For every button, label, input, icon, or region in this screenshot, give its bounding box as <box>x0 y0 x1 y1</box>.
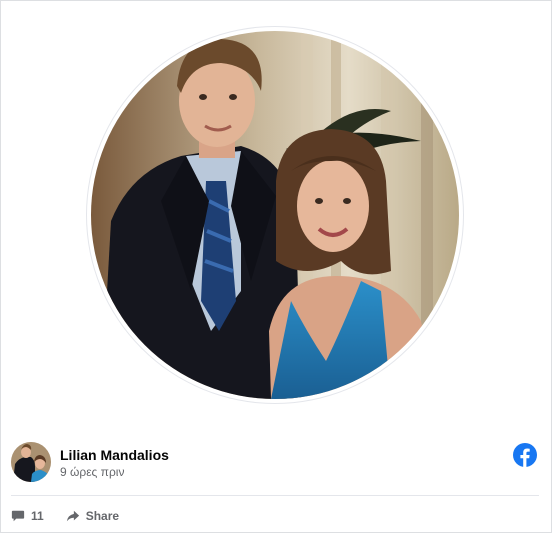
share-button[interactable]: Share <box>66 509 119 523</box>
post-actions: 11 Share <box>11 504 141 528</box>
comments-count: 11 <box>31 509 44 523</box>
profile-photo-illustration <box>91 31 459 399</box>
share-icon <box>66 510 79 522</box>
post-divider <box>11 495 539 496</box>
comment-icon <box>11 510 25 522</box>
avatar-image <box>11 442 51 482</box>
profile-photo[interactable] <box>91 31 459 399</box>
post-timestamp[interactable]: 9 ώρες πριν <box>60 465 124 479</box>
author-avatar[interactable] <box>11 442 51 482</box>
author-name[interactable]: Lilian Mandalios <box>60 447 169 463</box>
post-author-row: Lilian Mandalios 9 ώρες πριν <box>11 442 541 486</box>
profile-photo-frame[interactable] <box>87 27 463 403</box>
share-label: Share <box>85 509 120 523</box>
facebook-logo-icon[interactable] <box>513 443 537 467</box>
post-card: Lilian Mandalios 9 ώρες πριν 11 Share <box>0 0 552 533</box>
comments-button[interactable]: 11 <box>11 509 44 523</box>
